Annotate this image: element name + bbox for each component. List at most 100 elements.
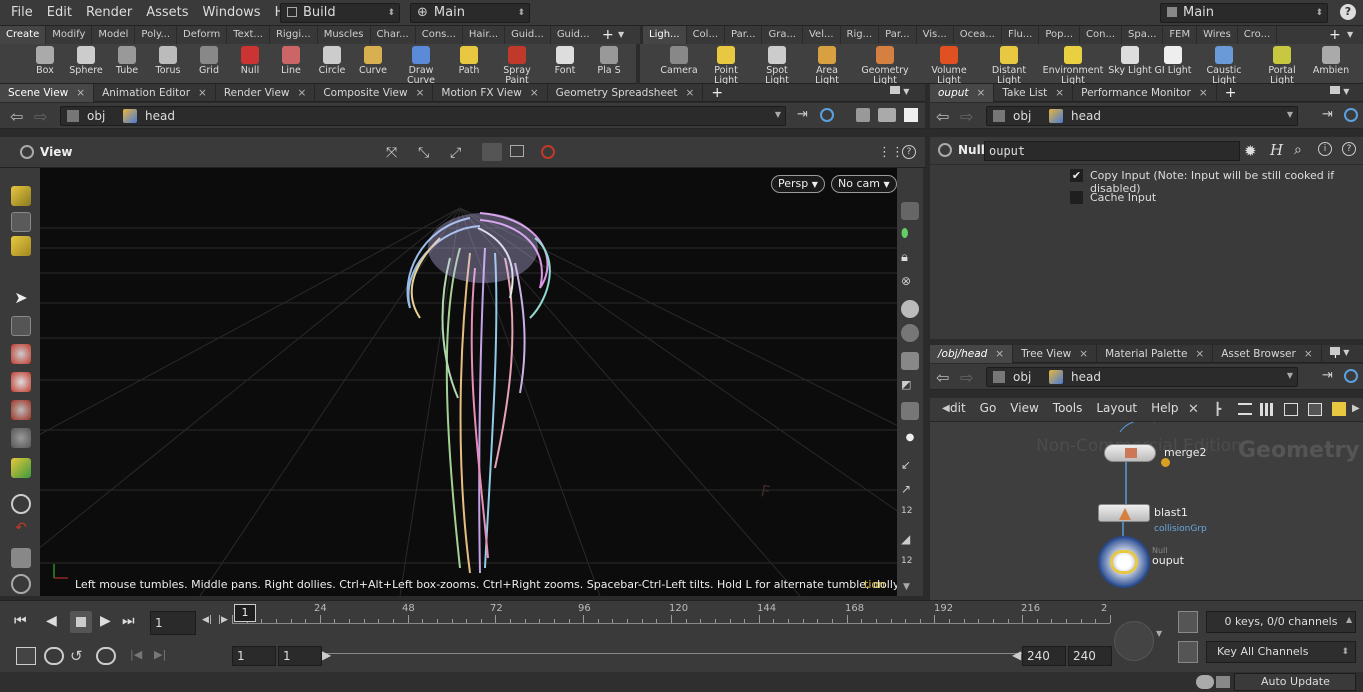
prim-icon[interactable]: ◢ <box>901 532 919 550</box>
path-node[interactable]: head <box>1071 370 1101 384</box>
key-icon[interactable] <box>1178 611 1198 633</box>
camera-lens-icon[interactable] <box>11 574 31 594</box>
maximize-icon[interactable] <box>1330 347 1340 355</box>
link-icon[interactable] <box>1344 369 1358 383</box>
viewport-3d[interactable]: F Persp ▼ No cam ▼ Left mouse tumbles. M… <box>40 168 897 596</box>
close-icon[interactable]: × <box>1079 348 1088 360</box>
shelf-tab[interactable]: Cro... <box>1238 26 1278 44</box>
path-obj[interactable]: obj <box>87 109 105 123</box>
pane-tab[interactable]: Tree View × <box>1013 344 1098 363</box>
chevron-down-icon[interactable]: ▼ <box>1287 371 1293 380</box>
playback-start-input[interactable]: 1 <box>278 646 322 666</box>
link-icon[interactable] <box>1344 108 1358 122</box>
pin-icon[interactable]: ⇥ <box>797 107 808 122</box>
copy-input-checkbox[interactable]: ✔ <box>1070 169 1083 182</box>
chat-icon[interactable] <box>1196 675 1214 689</box>
camera-button[interactable]: No cam ▼ <box>831 175 897 193</box>
tool-caustic-light[interactable]: Caustic Light <box>1200 46 1248 86</box>
plus-icon[interactable]: + <box>1329 26 1341 44</box>
tree-icon[interactable]: ┣ <box>1214 402 1221 416</box>
context-dropdown[interactable]: ⊕ Main ⬍ <box>410 3 530 23</box>
point-numbers-icon[interactable]: 12 <box>901 506 919 524</box>
gear-icon[interactable]: ✹ <box>1244 142 1257 160</box>
pane-tab[interactable]: Animation Editor × <box>94 83 216 102</box>
key-all-channels-dropdown[interactable]: Key All Channels ⬍ <box>1206 641 1356 663</box>
keys-info[interactable]: 0 keys, 0/0 channels <box>1206 611 1356 633</box>
path-field-network[interactable]: obj head ▼ <box>986 367 1298 387</box>
view-label[interactable]: View <box>40 145 72 159</box>
chevron-down-icon[interactable]: ▼ <box>1343 348 1349 357</box>
network-menu-item[interactable]: dit <box>950 401 966 415</box>
maximize-icon[interactable] <box>890 86 900 94</box>
loop-icon[interactable]: ↺ <box>70 647 83 665</box>
shelf-tab[interactable]: Create <box>0 26 47 44</box>
scroll-left-icon[interactable]: ◀ <box>942 403 950 414</box>
tool-volume-light[interactable]: Volume Light <box>925 46 973 86</box>
shelf-tab[interactable]: Con... <box>1080 26 1123 44</box>
stop-button[interactable] <box>70 611 92 633</box>
render-icon[interactable] <box>901 402 919 420</box>
pane-tab[interactable]: Asset Browser × <box>1213 344 1322 363</box>
range-start-input[interactable]: 1 <box>232 646 276 666</box>
tool-geometry-light[interactable]: Geometry Light <box>861 46 909 86</box>
leaf-icon[interactable]: ⬮ <box>901 226 919 244</box>
help-icon[interactable]: ? <box>1340 4 1356 20</box>
pane-tab[interactable]: Composite View × <box>315 83 434 102</box>
shelf-tab[interactable]: Riggi... <box>270 26 318 44</box>
network-menu-item[interactable]: Tools <box>1053 401 1083 415</box>
range-slider[interactable] <box>322 653 1022 659</box>
rotate-icon[interactable]: ↶ <box>11 520 31 540</box>
network-editor[interactable]: Non-Commercial Edition Geometry merge2 b… <box>930 422 1363 600</box>
shelf-tab[interactable]: Ligh... <box>643 26 687 44</box>
step-forward-icon[interactable]: |▶ <box>218 615 228 625</box>
add-tab-icon[interactable]: + <box>1217 84 1245 102</box>
sticky-note-icon[interactable] <box>1332 402 1346 416</box>
network-menu-item[interactable]: Layout <box>1096 401 1137 415</box>
display-icon[interactable] <box>901 352 919 370</box>
display-options-icon[interactable]: ⋮⋮ <box>878 145 904 160</box>
pane-tab[interactable]: Render View × <box>216 83 316 102</box>
snap-icon[interactable]: ⊗ <box>901 274 919 292</box>
node-name-input[interactable]: ouput <box>984 141 1240 161</box>
frame-marker[interactable]: 1 <box>234 604 256 622</box>
shelf-tab[interactable]: Col... <box>687 26 725 44</box>
tool-environment-light[interactable]: Environment Light <box>1043 46 1103 86</box>
tools-icon[interactable]: ✕ <box>1188 402 1199 417</box>
dolly-icon[interactable]: ⤢ <box>450 145 461 161</box>
light-icon[interactable] <box>901 324 919 342</box>
camera-icon[interactable] <box>878 108 896 122</box>
right-desktop-dropdown[interactable]: Main ⬍ <box>1160 3 1328 23</box>
lock-icon[interactable] <box>11 316 31 336</box>
edit-icon[interactable] <box>11 548 31 568</box>
shelf-tab[interactable]: Ocea... <box>954 26 1002 44</box>
chevron-down-icon[interactable]: ▼ <box>1347 26 1353 44</box>
chevron-down-icon[interactable]: ▼ <box>618 26 624 44</box>
pointer-icon[interactable]: ➤ <box>11 288 31 308</box>
chevron-down-icon[interactable]: ▼ <box>1156 629 1162 638</box>
image-icon[interactable] <box>1308 403 1322 416</box>
shelf-tab[interactable]: Par... <box>879 26 917 44</box>
pin-icon[interactable]: ⇥ <box>1322 107 1333 122</box>
close-icon[interactable]: × <box>1199 87 1208 99</box>
pane-menu[interactable]: ▼ <box>890 86 909 97</box>
lock-icon[interactable]: 🔒︎ <box>901 250 919 268</box>
pan-icon[interactable]: ⤡ <box>418 145 429 161</box>
play-icon[interactable]: ▶ <box>100 613 111 629</box>
shelf-tab[interactable]: Deform <box>177 26 228 44</box>
tool-gi-light[interactable]: GI Light <box>1149 46 1197 76</box>
back-arrow-icon[interactable]: ⇦ <box>10 107 23 126</box>
close-icon[interactable]: × <box>1304 348 1313 360</box>
pane-tab[interactable]: ouput × <box>930 83 995 102</box>
play-reverse-icon[interactable]: ◀ <box>46 613 57 629</box>
next-key-icon[interactable]: ▶| <box>154 648 166 661</box>
shelf-tab[interactable]: Flu... <box>1002 26 1040 44</box>
close-icon[interactable]: × <box>977 87 986 99</box>
shelf-tab[interactable]: Spa... <box>1122 26 1164 44</box>
tool-font[interactable]: Font <box>541 46 589 76</box>
key-channel-icon[interactable] <box>1178 641 1198 663</box>
chevron-down-icon[interactable]: ▼ <box>1287 110 1293 119</box>
pin-icon[interactable]: ⇥ <box>1322 368 1333 383</box>
path-obj[interactable]: obj <box>1013 370 1031 384</box>
shelf-add[interactable]: + ▼ <box>596 26 640 44</box>
shade-icon[interactable] <box>482 143 502 161</box>
